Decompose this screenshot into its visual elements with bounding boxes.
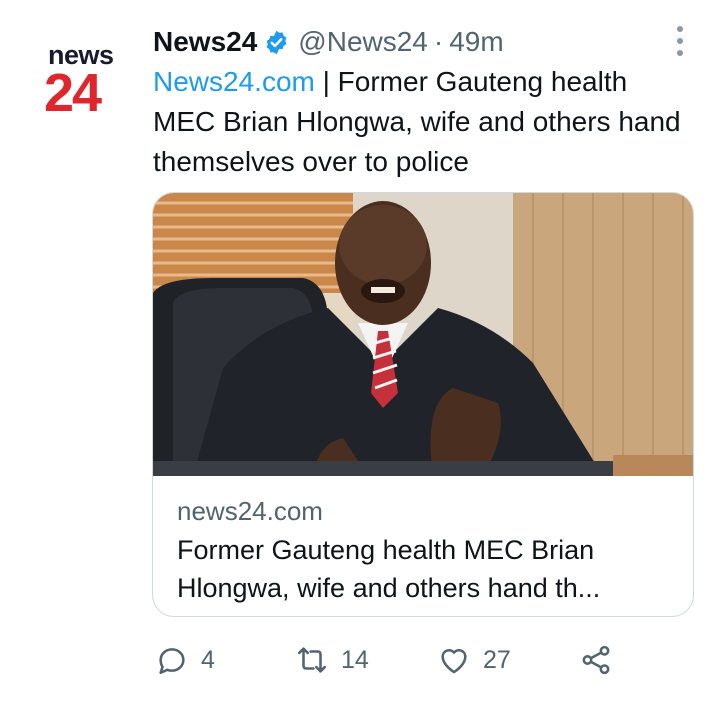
share-button[interactable] — [579, 640, 613, 680]
link-card[interactable]: news24.com Former Gauteng health MEC Bri… — [152, 192, 694, 617]
tweet-text: News24.com | Former Gauteng health MEC B… — [153, 62, 693, 182]
tweet-header: News24 @News24 · 49m — [153, 24, 504, 60]
author-name[interactable]: News24 — [153, 26, 257, 58]
avatar[interactable]: news 24 — [38, 28, 124, 124]
like-button[interactable]: 27 — [437, 640, 511, 680]
share-icon — [582, 645, 610, 675]
reply-button[interactable]: 4 — [155, 640, 215, 680]
reply-count: 4 — [201, 645, 215, 674]
heart-icon — [441, 648, 467, 674]
tweet[interactable]: news 24 News24 @News24 · 49m News24.com … — [0, 0, 720, 710]
tweet-timestamp[interactable]: 49m — [449, 26, 503, 58]
more-options-icon[interactable] — [670, 26, 690, 56]
tweet-link[interactable]: News24.com — [153, 66, 315, 97]
reply-icon — [159, 648, 185, 675]
verified-badge-icon — [266, 30, 287, 54]
like-count: 27 — [483, 645, 511, 674]
retweet-count: 14 — [341, 645, 369, 674]
man-in-suit-photo — [153, 193, 693, 476]
author-handle[interactable]: @News24 — [298, 26, 428, 58]
header-separator: · — [433, 26, 444, 57]
retweet-button[interactable]: 14 — [295, 640, 369, 680]
avatar-logo-24: 24 — [44, 63, 102, 123]
card-domain: news24.com — [177, 496, 323, 526]
card-meta: news24.com Former Gauteng health MEC Bri… — [177, 493, 677, 607]
card-title: Former Gauteng health MEC Brian Hlongwa,… — [177, 535, 601, 603]
card-photo — [153, 193, 693, 476]
retweet-icon — [297, 647, 327, 673]
